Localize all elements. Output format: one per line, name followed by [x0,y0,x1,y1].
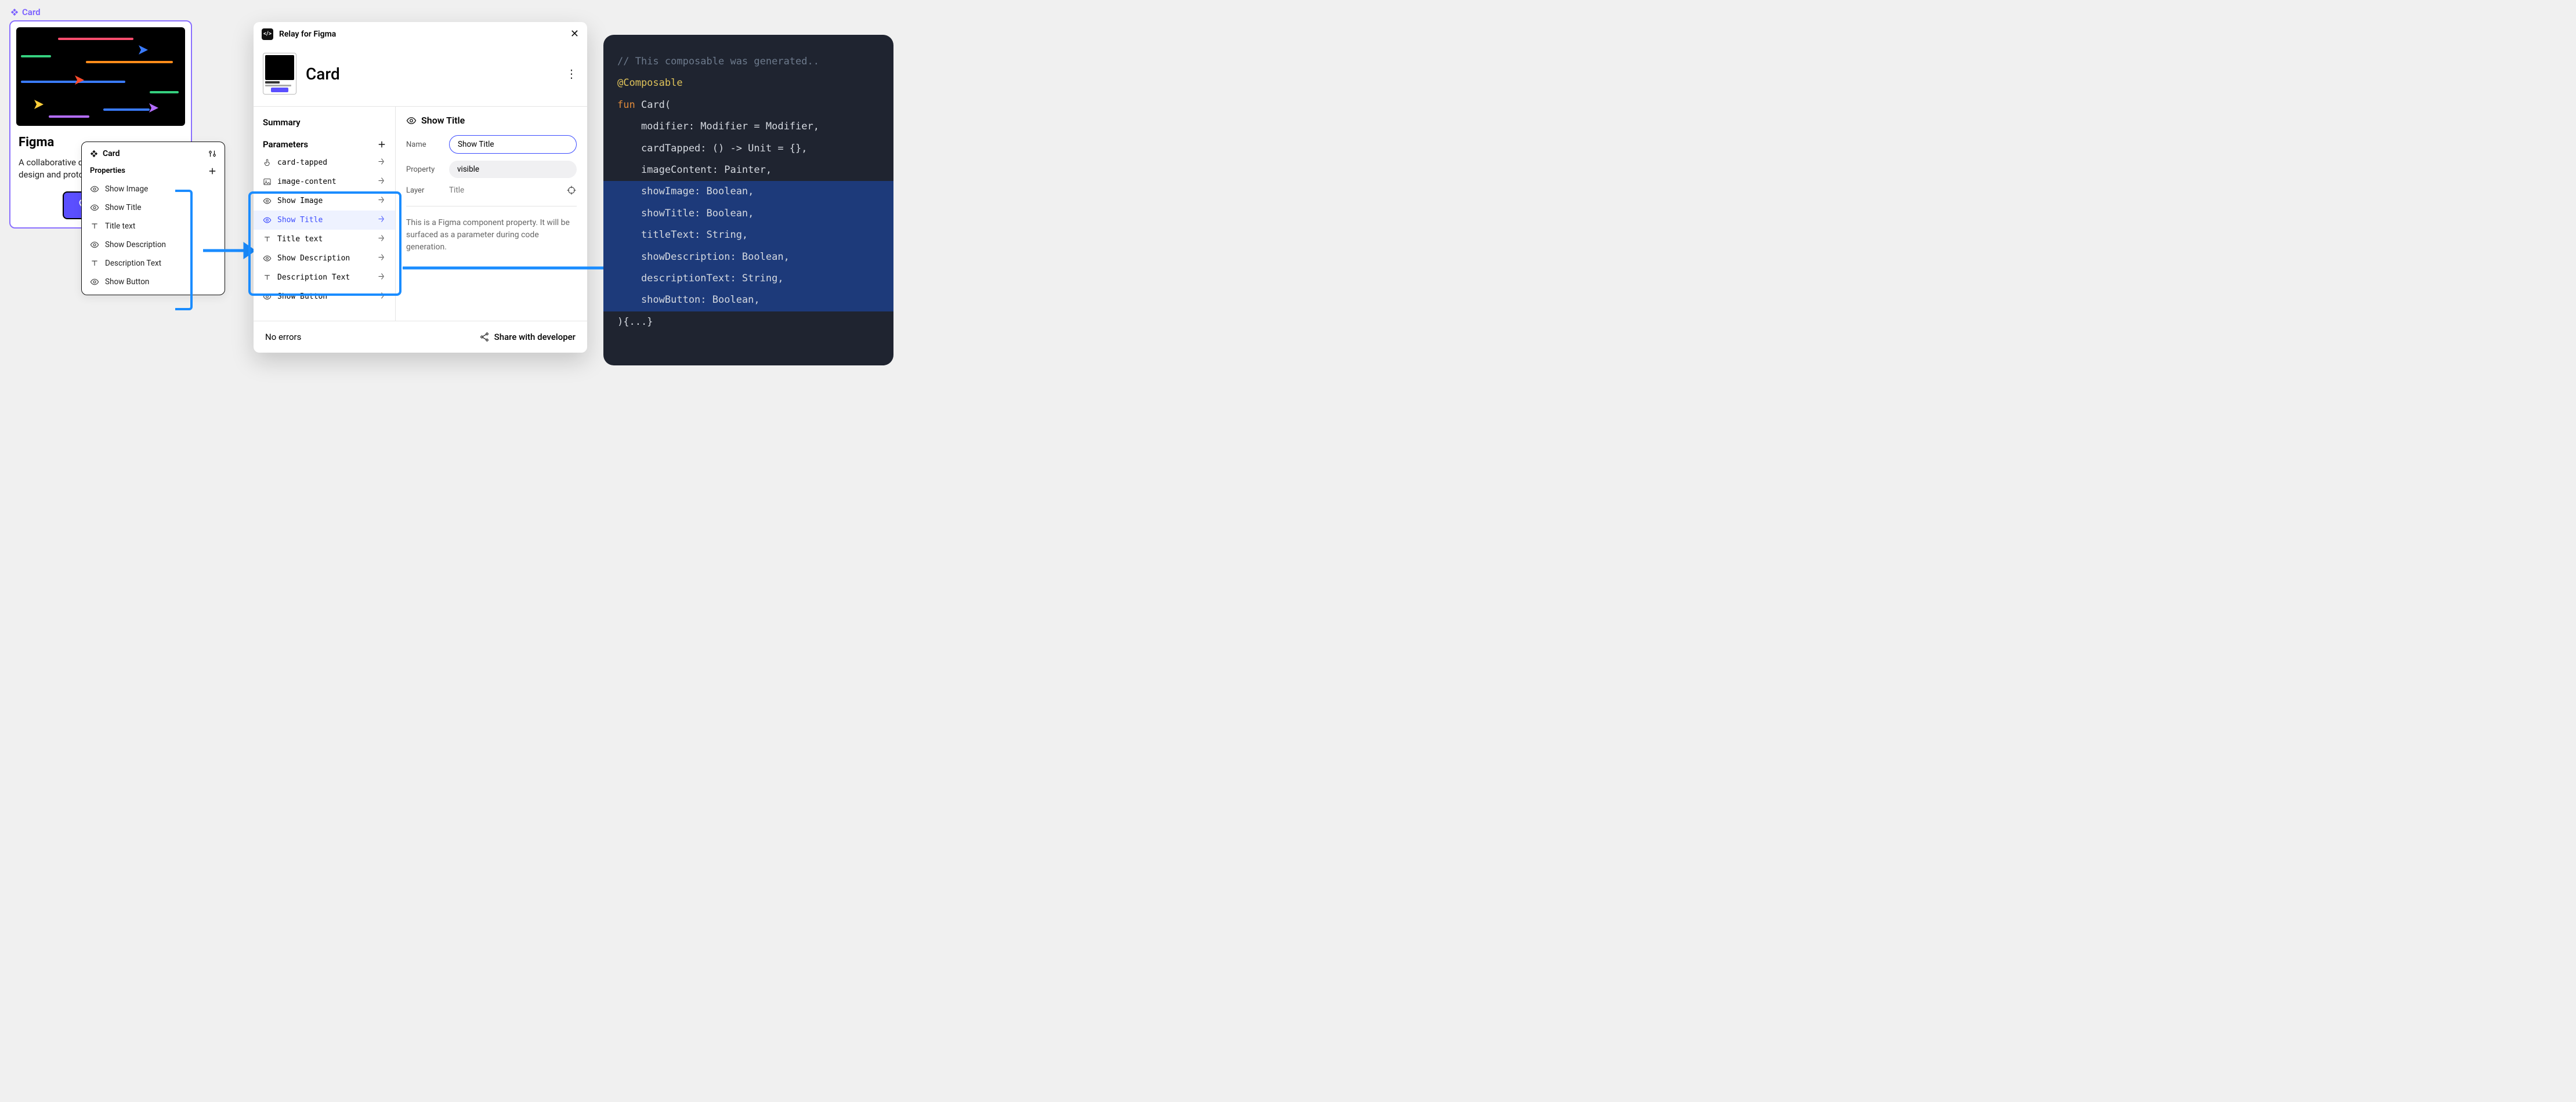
property-item[interactable]: Show Image [82,180,225,198]
relay-plugin-icon: </> [262,28,273,40]
code-line: fun Card( [617,95,880,116]
close-icon[interactable]: ✕ [570,28,579,40]
name-label: Name [406,140,441,149]
footer-status: No errors [265,332,301,342]
property-item[interactable]: Show Title [82,198,225,217]
parameter-item[interactable]: card-tapped [254,153,395,172]
relay-title: Card [306,64,340,84]
property-item[interactable]: Show Button [82,273,225,291]
parameter-item-label: image-content [277,177,337,186]
relay-plugin-name: Relay for Figma [279,30,336,39]
export-icon [377,176,386,187]
code-line: cardTapped: () -> Unit = {}, [617,138,880,160]
properties-header-label: Card [103,149,120,158]
parameter-item-label: card-tapped [277,158,327,167]
code-line: showImage: Boolean, [617,181,880,202]
hint-text: This is a Figma component property. It w… [406,206,577,253]
component-icon [10,8,19,16]
layer-label: Layer [406,186,441,195]
code-line: showDescription: Boolean, [617,246,880,268]
code-line: imageContent: Painter, [617,160,880,181]
component-thumbnail [263,53,296,95]
component-badge-label: Card [22,7,41,17]
component-icon [90,150,98,158]
export-icon [377,157,386,168]
bracket-annotation [175,190,193,310]
code-line: showButton: Boolean, [617,289,880,311]
selection-annotation [248,191,401,296]
detail-heading: Show Title [421,115,465,126]
properties-panel: Card Properties Show Image Show Title Titl… [81,142,225,295]
property-input[interactable]: visible [449,161,577,178]
property-item-label: Description Text [105,259,161,268]
summary-label[interactable]: Summary [263,117,301,128]
sliders-icon[interactable] [208,150,216,158]
code-panel: // This composable was generated..@Compo… [603,35,893,365]
name-input[interactable]: Show Title [449,135,577,154]
property-item-label: Show Button [105,277,149,287]
kebab-menu-icon[interactable]: ⋮ [566,67,578,81]
property-item[interactable]: Title text [82,217,225,235]
code-line: modifier: Modifier = Modifier, [617,116,880,137]
properties-section-title: Properties [90,166,125,175]
properties-header: Card [82,149,225,164]
plus-icon[interactable] [208,167,216,175]
code-line: titleText: String, [617,224,880,246]
relay-plugin-modal: </> Relay for Figma ✕ Card ⋮ Summary Par… [254,22,587,353]
component-badge: Card [10,7,41,17]
property-item-label: Show Description [105,240,166,249]
relay-right-column: Show Title Name Show Title Property visi… [396,107,587,321]
code-line: showTitle: Boolean, [617,203,880,224]
share-icon [479,332,490,342]
plus-icon[interactable] [378,140,386,148]
code-line: descriptionText: String, [617,268,880,289]
crosshair-icon[interactable] [566,185,577,195]
eye-icon [406,115,417,126]
card-image [16,27,185,126]
code-line: // This composable was generated.. [617,51,880,72]
share-with-developer-button[interactable]: Share with developer [479,332,576,342]
parameter-item[interactable]: image-content [254,172,395,191]
layer-value: Title [449,186,558,195]
flow-arrow-1 [203,239,255,262]
parameters-label: Parameters [263,139,308,150]
property-item-label: Show Image [105,184,148,194]
code-line: @Composable [617,72,880,94]
property-item-label: Show Title [105,203,142,212]
share-label: Share with developer [494,332,576,342]
property-item-label: Title text [105,222,135,231]
property-label: Property [406,165,441,174]
code-line: ){...} [617,311,880,333]
